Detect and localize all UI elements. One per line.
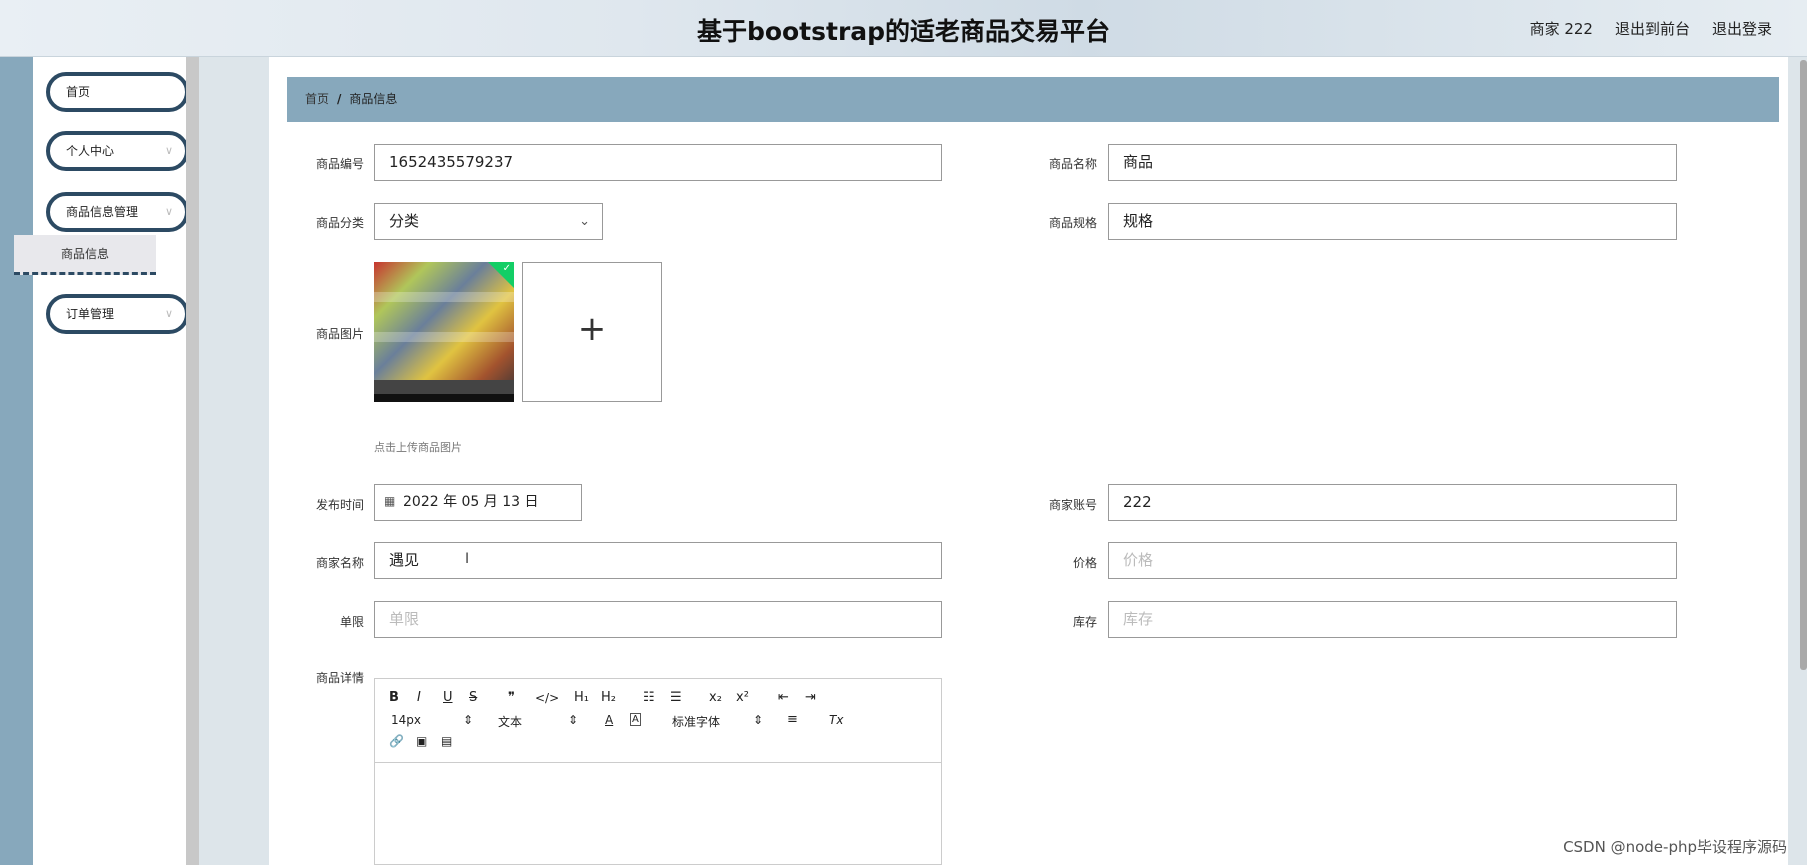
product-name-label: 商品名称 xyxy=(1048,157,1097,171)
quote-button[interactable]: ❞ xyxy=(508,690,515,705)
sidebar-rail xyxy=(0,57,33,865)
logout-link[interactable]: 退出登录 xyxy=(1712,18,1772,39)
breadcrumb-current: 商品信息 xyxy=(349,92,398,106)
top-header: 基于bootstrap的适老商品交易平台 商家 222 退出到前台 退出登录 xyxy=(0,0,1807,57)
product-name-field[interactable]: 商品 xyxy=(1108,144,1677,181)
product-image-thumbnail[interactable]: ✓ xyxy=(374,262,514,402)
heading2-button[interactable]: H₂ xyxy=(601,690,616,705)
stock-label: 库存 xyxy=(1072,615,1097,629)
breadcrumb-separator: / xyxy=(337,92,342,106)
background-color-button[interactable]: A xyxy=(630,713,641,726)
rich-text-editor: B I U S ❞ </> H₁ H₂ ☷ ☰ x₂ x² ⇤ ⇥ 14px ⇕… xyxy=(374,678,942,865)
link-button[interactable]: 🔗 xyxy=(389,734,404,748)
stock-field[interactable]: 库存 xyxy=(1108,601,1677,638)
sidebar-subitem-product-info[interactable]: 商品信息 xyxy=(14,235,156,275)
image-floor xyxy=(374,380,514,394)
font-color-button[interactable]: A xyxy=(605,713,613,727)
indent-button[interactable]: ⇥ xyxy=(805,690,816,705)
sidebar-item-label: 商品信息管理 xyxy=(66,205,139,219)
price-field[interactable]: 价格 xyxy=(1108,542,1677,579)
heading1-button[interactable]: H₁ xyxy=(574,690,589,705)
chevron-down-icon: ∨ xyxy=(164,144,173,157)
product-category-label: 商品分类 xyxy=(315,216,364,230)
product-image-label: 商品图片 xyxy=(315,327,364,341)
font-family-select[interactable]: 标准字体 xyxy=(672,713,720,730)
front-link[interactable]: 退出到前台 xyxy=(1615,18,1690,39)
publish-date-picker[interactable]: 2022 年 05 月 13 日 xyxy=(374,484,582,521)
sidebar-divider xyxy=(186,57,199,865)
breadcrumb: 首页 / 商品信息 xyxy=(287,77,1779,122)
sidebar-item-label: 个人中心 xyxy=(66,144,115,158)
plus-icon: + xyxy=(577,309,607,349)
chevron-updown-icon: ⇕ xyxy=(753,713,764,727)
product-code-field[interactable]: 1652435579237 xyxy=(374,144,942,181)
insert-video-button[interactable]: ▤ xyxy=(441,734,452,748)
calendar-icon: ▦ xyxy=(384,494,396,508)
strikethrough-button[interactable]: S xyxy=(469,690,477,705)
align-button[interactable]: ≡ xyxy=(787,712,798,727)
check-icon: ✓ xyxy=(502,263,511,274)
superscript-button[interactable]: x² xyxy=(736,690,749,705)
limit-label: 单限 xyxy=(339,615,364,629)
product-spec-field[interactable]: 规格 xyxy=(1108,203,1677,240)
breadcrumb-home[interactable]: 首页 xyxy=(305,92,329,106)
chevron-updown-icon: ⇕ xyxy=(568,713,579,727)
sidebar: 首页 个人中心 ∨ 商品信息管理 ∨ 订单管理 ∨ xyxy=(33,57,189,865)
italic-button[interactable]: I xyxy=(417,690,421,705)
text-style-select[interactable]: 文本 xyxy=(498,713,522,730)
sidebar-item-personal-center[interactable]: 个人中心 ∨ xyxy=(46,131,189,171)
chevron-down-icon: ∨ xyxy=(164,205,173,218)
text-cursor-icon: I xyxy=(465,551,470,567)
bold-button[interactable]: B xyxy=(389,690,399,705)
product-category-select[interactable]: 分类 ⌄ xyxy=(374,203,603,240)
ordered-list-button[interactable]: ☷ xyxy=(643,690,655,705)
sidebar-item-label: 订单管理 xyxy=(66,307,115,321)
upload-hint: 点击上传商品图片 xyxy=(374,441,462,454)
editor-toolbar: B I U S ❞ </> H₁ H₂ ☷ ☰ x₂ x² ⇤ ⇥ 14px ⇕… xyxy=(375,679,941,763)
clear-format-button[interactable]: Tx xyxy=(829,713,843,727)
publish-time-label: 发布时间 xyxy=(315,498,364,512)
merchant-account-label: 商家账号 xyxy=(1048,498,1097,512)
sidebar-item-order-management[interactable]: 订单管理 ∨ xyxy=(46,294,189,334)
category-selected-value: 分类 xyxy=(389,212,420,230)
header-actions: 商家 222 退出到前台 退出登录 xyxy=(1530,18,1772,39)
outdent-button[interactable]: ⇤ xyxy=(778,690,789,705)
sidebar-item-label: 首页 xyxy=(66,85,91,99)
price-label: 价格 xyxy=(1072,556,1097,570)
upload-image-button[interactable]: + xyxy=(522,262,662,402)
sidebar-item-home[interactable]: 首页 xyxy=(46,72,189,112)
code-block-button[interactable]: </> xyxy=(535,691,559,705)
scrollbar[interactable] xyxy=(1800,60,1807,670)
image-caption-strip xyxy=(374,394,514,402)
limit-field[interactable]: 单限 xyxy=(374,601,942,638)
chevron-down-icon: ∨ xyxy=(164,307,173,320)
merchant-account-field[interactable]: 222 xyxy=(1108,484,1677,521)
merchant-name-field[interactable]: 遇见 xyxy=(374,542,942,579)
underline-button[interactable]: U xyxy=(443,690,453,705)
chevron-updown-icon: ⇕ xyxy=(463,713,474,727)
shelf-line xyxy=(374,292,514,302)
user-label[interactable]: 商家 222 xyxy=(1530,18,1593,39)
font-size-select[interactable]: 14px xyxy=(391,713,421,727)
subscript-button[interactable]: x₂ xyxy=(709,690,722,705)
merchant-name-label: 商家名称 xyxy=(315,556,364,570)
insert-image-button[interactable]: ▣ xyxy=(416,734,427,748)
chevron-down-icon: ⌄ xyxy=(579,214,590,229)
sidebar-item-product-management[interactable]: 商品信息管理 ∨ xyxy=(46,192,189,232)
watermark-text: CSDN @node-php毕设程序源码 xyxy=(1563,838,1787,856)
product-detail-label: 商品详情 xyxy=(315,671,364,685)
product-code-label: 商品编号 xyxy=(315,157,364,171)
shelf-line xyxy=(374,332,514,342)
bullet-list-button[interactable]: ☰ xyxy=(670,690,682,705)
product-spec-label: 商品规格 xyxy=(1048,216,1097,230)
